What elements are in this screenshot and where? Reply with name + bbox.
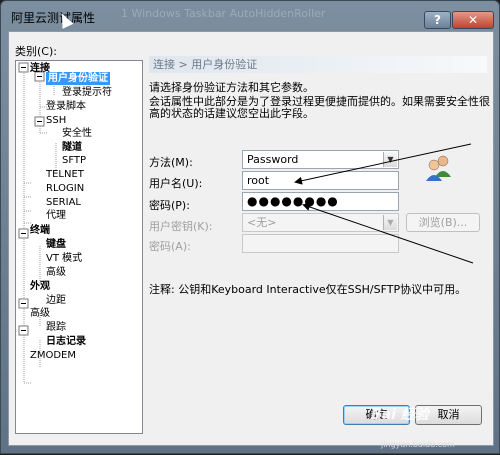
watermark-url: jingyan.baidu.com — [381, 440, 455, 449]
watermark-logo: Bai 经验 — [371, 407, 429, 423]
annotation-arrows — [294, 143, 474, 264]
dialog-window: 阿里云测试属性 1 Windows Taskbar AutoHiddenRoll… — [0, 0, 500, 454]
